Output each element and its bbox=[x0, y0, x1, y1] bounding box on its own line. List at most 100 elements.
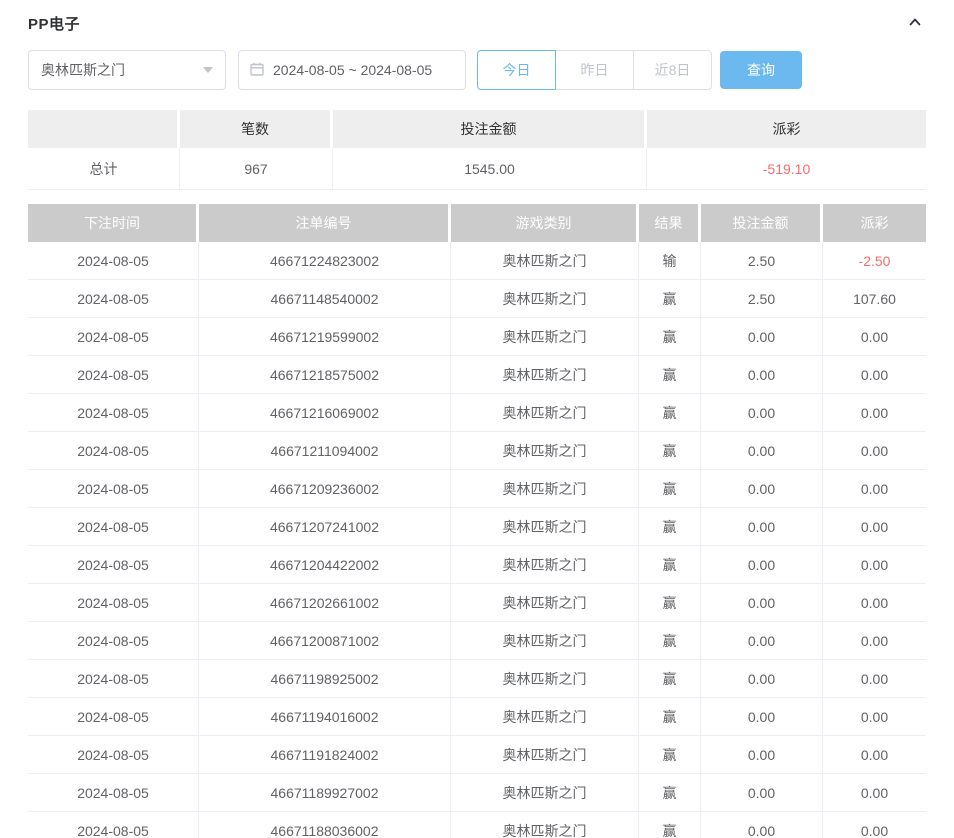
filter-bar: 奥林匹斯之门 2024-08-05 ~ 2024-08-05 今日 昨日 近8日… bbox=[28, 50, 926, 90]
cell-ticket-number: 46671211094002 bbox=[199, 432, 451, 470]
cell-bet-amount: 0.00 bbox=[701, 546, 823, 584]
summary-table: 笔数 投注金额 派彩 总计 967 1545.00 -519.10 bbox=[28, 110, 926, 190]
cell-result: 赢 bbox=[639, 280, 701, 318]
calendar-icon bbox=[249, 61, 265, 80]
cell-bet-amount: 0.00 bbox=[701, 774, 823, 812]
cell-game-category: 奥林匹斯之门 bbox=[451, 584, 639, 622]
cell-result: 赢 bbox=[639, 812, 701, 838]
cell-result: 赢 bbox=[639, 470, 701, 508]
cell-game-category: 奥林匹斯之门 bbox=[451, 470, 639, 508]
table-row: 2024-08-05 46671191824002 奥林匹斯之门 赢 0.00 … bbox=[28, 736, 926, 774]
collapse-panel-button[interactable] bbox=[904, 12, 926, 34]
table-body: 2024-08-05 46671224823002 奥林匹斯之门 输 2.50 … bbox=[28, 242, 926, 838]
cell-payout: 0.00 bbox=[823, 432, 926, 470]
summary-header-empty bbox=[28, 110, 180, 148]
cell-payout: 0.00 bbox=[823, 394, 926, 432]
cell-bet-amount: 0.00 bbox=[701, 584, 823, 622]
table-row: 2024-08-05 46671207241002 奥林匹斯之门 赢 0.00 … bbox=[28, 508, 926, 546]
cell-ticket-number: 46671194016002 bbox=[199, 698, 451, 736]
cell-payout: 107.60 bbox=[823, 280, 926, 318]
cell-payout: 0.00 bbox=[823, 812, 926, 838]
cell-ticket-number: 46671218575002 bbox=[199, 356, 451, 394]
cell-game-category: 奥林匹斯之门 bbox=[451, 774, 639, 812]
table-row: 2024-08-05 46671216069002 奥林匹斯之门 赢 0.00 … bbox=[28, 394, 926, 432]
cell-bet-amount: 0.00 bbox=[701, 356, 823, 394]
cell-game-category: 奥林匹斯之门 bbox=[451, 394, 639, 432]
summary-total-row: 总计 967 1545.00 -519.10 bbox=[28, 148, 926, 190]
summary-total-label: 总计 bbox=[28, 148, 180, 190]
cell-payout: 0.00 bbox=[823, 774, 926, 812]
game-select-value: 奥林匹斯之门 bbox=[41, 60, 125, 80]
summary-header-count: 笔数 bbox=[180, 110, 333, 148]
last-8-days-button[interactable]: 近8日 bbox=[633, 50, 712, 90]
table-row: 2024-08-05 46671198925002 奥林匹斯之门 赢 0.00 … bbox=[28, 660, 926, 698]
cell-ticket-number: 46671188036002 bbox=[199, 812, 451, 838]
table-row: 2024-08-05 46671209236002 奥林匹斯之门 赢 0.00 … bbox=[28, 470, 926, 508]
game-select[interactable]: 奥林匹斯之门 bbox=[28, 50, 226, 90]
cell-bet-amount: 0.00 bbox=[701, 736, 823, 774]
summary-header-bet-amount: 投注金额 bbox=[333, 110, 647, 148]
cell-ticket-number: 46671191824002 bbox=[199, 736, 451, 774]
cell-bet-time: 2024-08-05 bbox=[28, 394, 199, 432]
cell-game-category: 奥林匹斯之门 bbox=[451, 280, 639, 318]
cell-ticket-number: 46671224823002 bbox=[199, 242, 451, 280]
table-row: 2024-08-05 46671194016002 奥林匹斯之门 赢 0.00 … bbox=[28, 698, 926, 736]
cell-bet-amount: 0.00 bbox=[701, 660, 823, 698]
cell-result: 赢 bbox=[639, 508, 701, 546]
panel-header: PP电子 bbox=[28, 10, 926, 36]
cell-bet-time: 2024-08-05 bbox=[28, 280, 199, 318]
cell-payout: 0.00 bbox=[823, 508, 926, 546]
col-header-payout: 派彩 bbox=[823, 204, 926, 242]
date-range-value: 2024-08-05 ~ 2024-08-05 bbox=[273, 62, 432, 78]
table-header-row: 下注时间 注单编号 游戏类别 结果 投注金额 派彩 bbox=[28, 204, 926, 242]
cell-bet-amount: 0.00 bbox=[701, 470, 823, 508]
panel-title: PP电子 bbox=[28, 13, 80, 34]
cell-bet-amount: 0.00 bbox=[701, 508, 823, 546]
cell-game-category: 奥林匹斯之门 bbox=[451, 622, 639, 660]
yesterday-button[interactable]: 昨日 bbox=[555, 50, 634, 90]
cell-payout: 0.00 bbox=[823, 356, 926, 394]
cell-bet-amount: 0.00 bbox=[701, 812, 823, 838]
cell-payout: 0.00 bbox=[823, 660, 926, 698]
cell-result: 赢 bbox=[639, 698, 701, 736]
cell-ticket-number: 46671204422002 bbox=[199, 546, 451, 584]
cell-bet-time: 2024-08-05 bbox=[28, 242, 199, 280]
today-button[interactable]: 今日 bbox=[477, 50, 556, 90]
table-row: 2024-08-05 46671189927002 奥林匹斯之门 赢 0.00 … bbox=[28, 774, 926, 812]
cell-result: 赢 bbox=[639, 546, 701, 584]
cell-result: 赢 bbox=[639, 394, 701, 432]
cell-payout: 0.00 bbox=[823, 736, 926, 774]
summary-total-payout: -519.10 bbox=[647, 148, 926, 190]
col-header-ticket-number: 注单编号 bbox=[199, 204, 451, 242]
summary-header-row: 笔数 投注金额 派彩 bbox=[28, 110, 926, 148]
cell-ticket-number: 46671200871002 bbox=[199, 622, 451, 660]
cell-game-category: 奥林匹斯之门 bbox=[451, 356, 639, 394]
cell-result: 赢 bbox=[639, 622, 701, 660]
cell-payout: 0.00 bbox=[823, 622, 926, 660]
cell-result: 赢 bbox=[639, 318, 701, 356]
cell-bet-time: 2024-08-05 bbox=[28, 318, 199, 356]
cell-bet-amount: 0.00 bbox=[701, 318, 823, 356]
cell-result: 赢 bbox=[639, 660, 701, 698]
cell-bet-time: 2024-08-05 bbox=[28, 356, 199, 394]
table-row: 2024-08-05 46671202661002 奥林匹斯之门 赢 0.00 … bbox=[28, 584, 926, 622]
table-row: 2024-08-05 46671204422002 奥林匹斯之门 赢 0.00 … bbox=[28, 546, 926, 584]
cell-payout: 0.00 bbox=[823, 318, 926, 356]
cell-bet-time: 2024-08-05 bbox=[28, 470, 199, 508]
cell-result: 输 bbox=[639, 242, 701, 280]
cell-game-category: 奥林匹斯之门 bbox=[451, 812, 639, 838]
cell-game-category: 奥林匹斯之门 bbox=[451, 736, 639, 774]
cell-bet-time: 2024-08-05 bbox=[28, 660, 199, 698]
cell-bet-amount: 0.00 bbox=[701, 394, 823, 432]
cell-payout: -2.50 bbox=[823, 242, 926, 280]
summary-total-bet-amount: 1545.00 bbox=[333, 148, 647, 190]
search-button[interactable]: 查询 bbox=[720, 51, 802, 89]
cell-game-category: 奥林匹斯之门 bbox=[451, 508, 639, 546]
cell-result: 赢 bbox=[639, 356, 701, 394]
chevron-down-icon bbox=[203, 67, 213, 73]
cell-bet-amount: 0.00 bbox=[701, 698, 823, 736]
col-header-bet-amount: 投注金额 bbox=[701, 204, 823, 242]
cell-ticket-number: 46671219599002 bbox=[199, 318, 451, 356]
date-range-picker[interactable]: 2024-08-05 ~ 2024-08-05 bbox=[238, 50, 466, 90]
table-row: 2024-08-05 46671224823002 奥林匹斯之门 输 2.50 … bbox=[28, 242, 926, 280]
